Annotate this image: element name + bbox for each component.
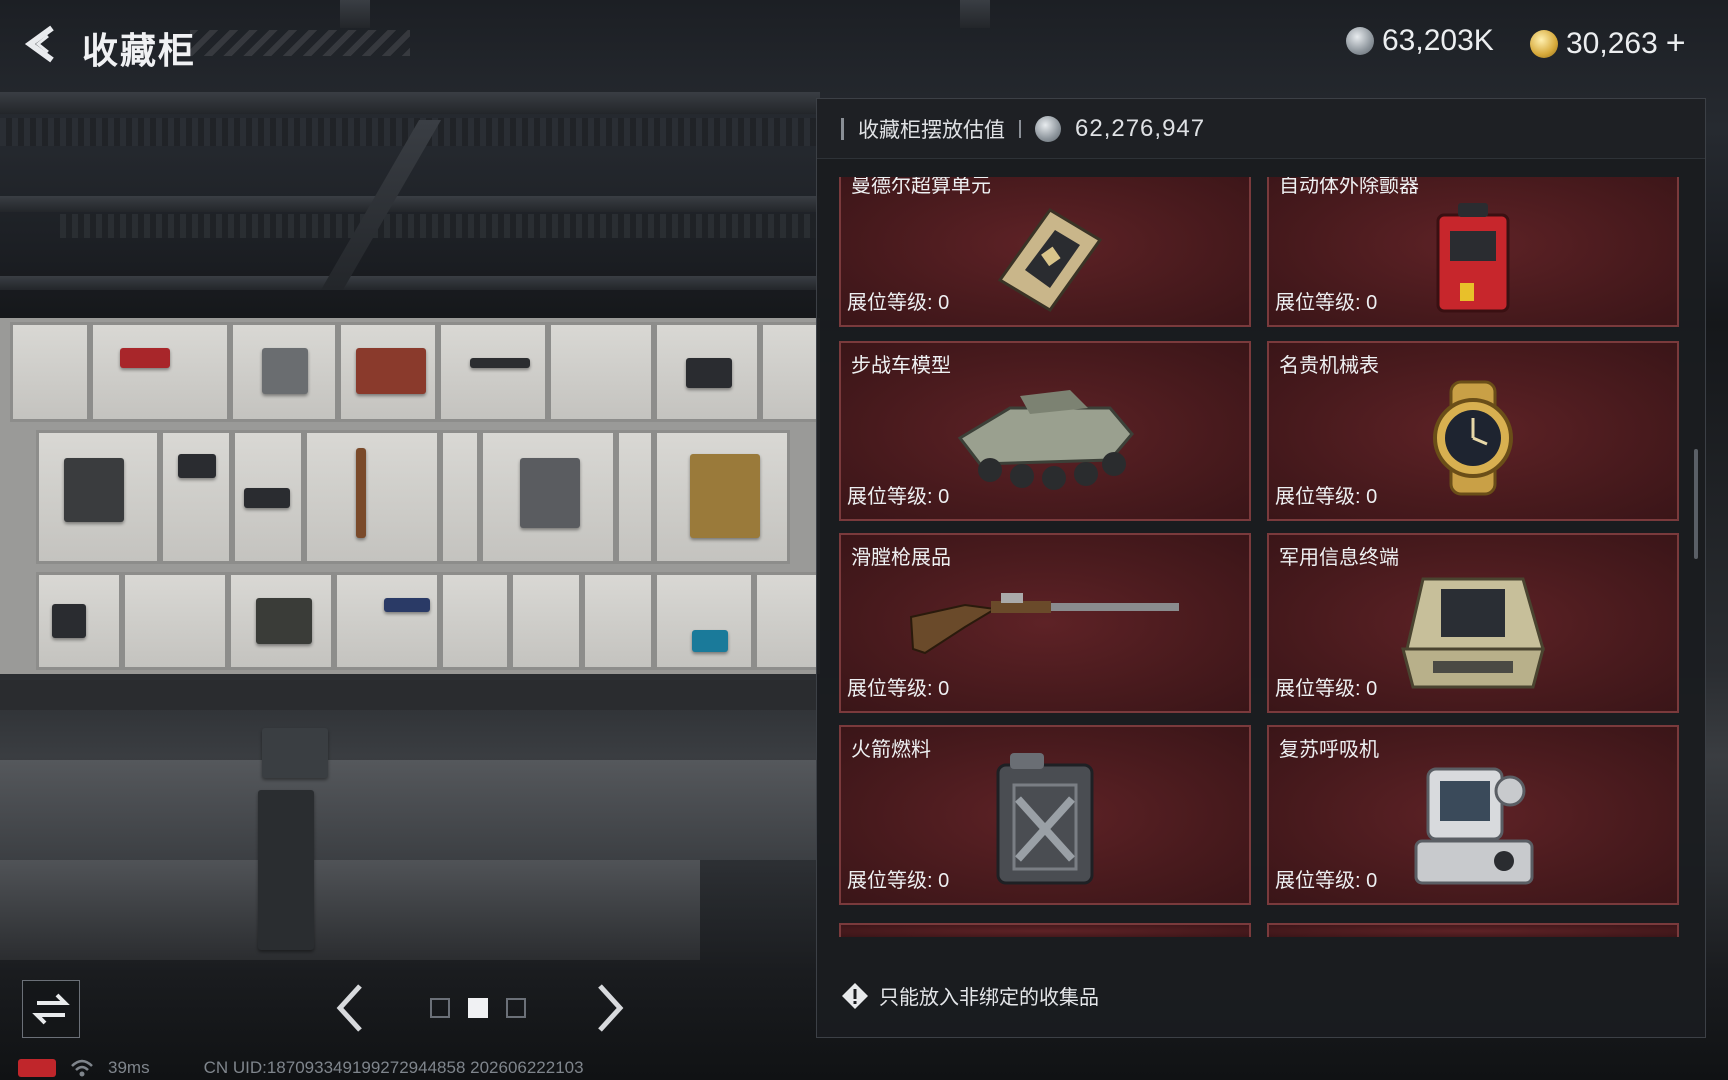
item-name: 曼德尔超算单元: [851, 177, 991, 197]
ceiling-grate: [60, 214, 820, 238]
display-level: 展位等级: 0: [847, 292, 950, 314]
panel-scrollbar[interactable]: [1694, 449, 1698, 559]
header-divider: [1019, 119, 1021, 138]
item-name: 军用信息终端: [1279, 547, 1399, 569]
collection-card[interactable]: [1267, 923, 1679, 937]
display-level: 展位等级: 0: [1275, 678, 1378, 700]
valuation-amount: 62,276,947: [1075, 114, 1206, 142]
terminal-icon: [1401, 577, 1545, 689]
collection-card[interactable]: 复苏呼吸机 展位等级: 0: [1267, 725, 1679, 905]
silver-currency: 63,203K: [1346, 24, 1494, 58]
display-level: 展位等级: 0: [1275, 292, 1378, 314]
wifi-icon: [71, 1059, 93, 1077]
collection-card[interactable]: 火箭燃料 展位等级: 0: [839, 725, 1251, 905]
swap-icon: [32, 993, 70, 1025]
gold-coin-icon: [1530, 29, 1558, 58]
panel-footer: 只能放入非绑定的收集品: [841, 981, 1099, 1010]
valuation-label: 收藏柜摆放估值: [858, 118, 1005, 142]
collection-card[interactable]: 军用信息终端 展位等级: 0: [1267, 533, 1679, 713]
collection-card[interactable]: 步战车模型 展位等级: 0: [839, 341, 1251, 521]
silver-coin-icon: [1346, 27, 1374, 55]
musket-icon: [909, 593, 1179, 655]
warning-icon: [842, 982, 868, 1009]
kiosk-stand: [258, 790, 314, 950]
display-level: 展位等级: 0: [847, 486, 950, 508]
ceiling-beam: [0, 276, 820, 290]
item-name: 名贵机械表: [1279, 355, 1379, 377]
collection-card[interactable]: 自动体外除颤器 展位等级: 0: [1267, 177, 1679, 327]
silver-currency-amount: 63,203K: [1382, 24, 1494, 57]
user-uid: CN UID:18709334919927294485​8 2026062221…: [203, 1058, 584, 1077]
chevron-right-icon: [598, 984, 624, 1032]
ping-value: 39ms: [108, 1058, 150, 1077]
battery-icon: [18, 1059, 56, 1077]
item-name: 自动体外除颤器: [1279, 177, 1419, 197]
collection-panel: 收藏柜摆放估值 62,276,947 曼德尔超算单元 展位等级: 0 自动体外除…: [816, 98, 1706, 1038]
add-currency-button[interactable]: +: [1666, 24, 1686, 63]
previous-page-button[interactable]: [330, 980, 370, 1036]
ventilator-icon: [1414, 767, 1534, 885]
header-divider: [841, 117, 844, 140]
display-level: 展位等级: 0: [1275, 486, 1378, 508]
page-indicator-1[interactable]: [430, 998, 450, 1018]
ceiling-beam: [0, 196, 820, 212]
status-bar: 39ms CN UID:18709334919927294485​8 20260…: [18, 1058, 584, 1078]
item-name: 火箭燃料: [851, 739, 931, 761]
footer-note: 只能放入非绑定的收集品: [879, 987, 1099, 1009]
ifv-model-icon: [957, 390, 1134, 491]
gold-currency: 30,263 +: [1530, 24, 1686, 63]
watch-icon: [1433, 380, 1513, 496]
page-title: 收藏柜: [82, 30, 197, 71]
display-level: 展位等级: 0: [1275, 870, 1378, 892]
display-level: 展位等级: 0: [847, 678, 950, 700]
collection-card[interactable]: 曼德尔超算单元 展位等级: 0: [839, 177, 1251, 327]
panel-header: 收藏柜摆放估值 62,276,947: [817, 99, 1705, 159]
display-level: 展位等级: 0: [847, 870, 950, 892]
title-decoration: [190, 30, 410, 56]
next-page-button[interactable]: [590, 980, 630, 1036]
collection-card[interactable]: 滑膛枪展品 展位等级: 0: [839, 533, 1251, 713]
silver-coin-icon: [1035, 115, 1061, 142]
chip-icon: [997, 208, 1103, 313]
chevron-left-icon: [336, 984, 362, 1032]
page-indicator-3[interactable]: [506, 998, 526, 1018]
swap-view-button[interactable]: [22, 980, 80, 1038]
back-arrow-icon: [24, 25, 54, 63]
item-name: 步战车模型: [851, 355, 951, 377]
display-wall: [0, 318, 820, 674]
defibrillator-icon: [1436, 202, 1510, 313]
item-name: 滑膛枪展品: [851, 547, 951, 569]
kiosk-laptop: [262, 728, 328, 778]
top-bar: 收藏柜 63,203K 30,263 +: [0, 0, 1728, 92]
gold-currency-amount: 30,263: [1566, 26, 1658, 60]
page-indicator-2[interactable]: [468, 998, 488, 1018]
back-button[interactable]: [18, 22, 62, 66]
collection-card[interactable]: [839, 923, 1251, 937]
jerrycan-icon: [996, 752, 1094, 885]
ceiling-beam: [0, 92, 820, 114]
collection-grid[interactable]: 曼德尔超算单元 展位等级: 0 自动体外除颤器 展位等级: 0 步战车模型 展位…: [839, 177, 1679, 937]
collection-card[interactable]: 名贵机械表 展位等级: 0: [1267, 341, 1679, 521]
item-name: 复苏呼吸机: [1279, 739, 1379, 761]
